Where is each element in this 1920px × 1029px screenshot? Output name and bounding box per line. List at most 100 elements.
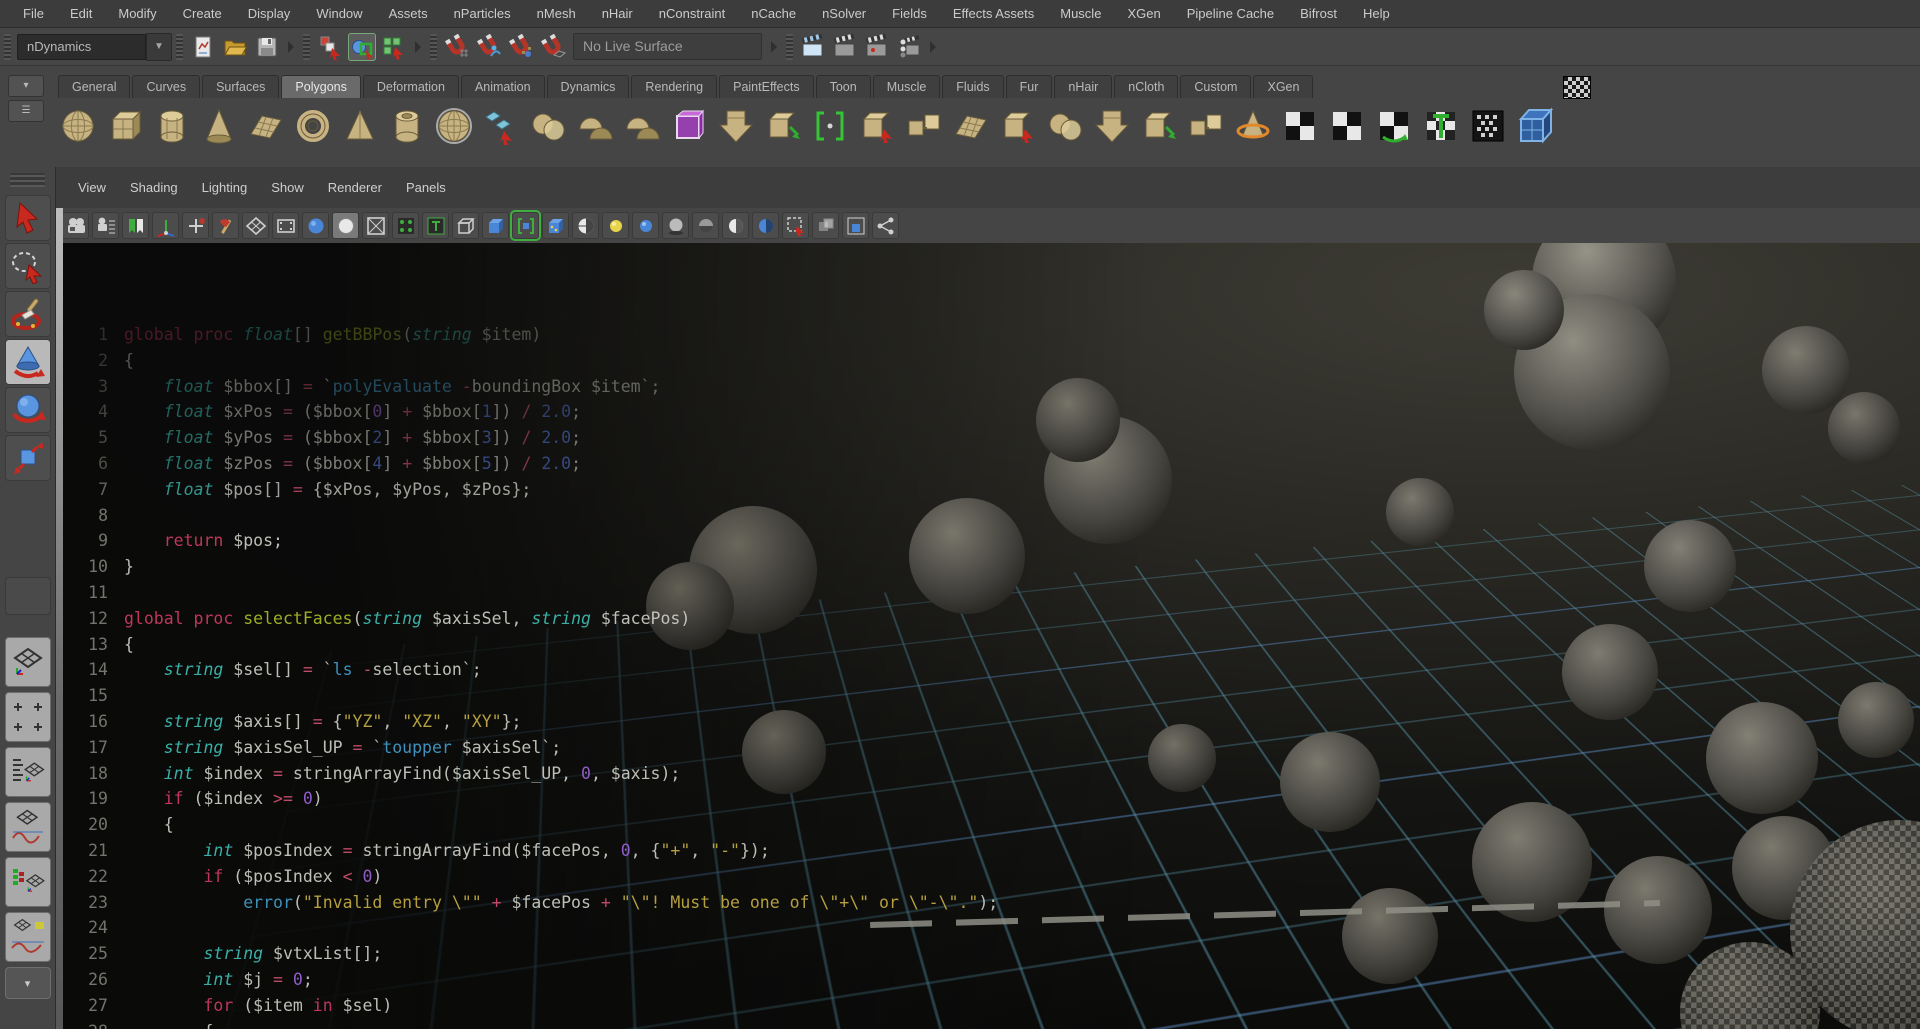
shelf-tab-polygons[interactable]: Polygons	[281, 75, 360, 98]
menu-edit[interactable]: Edit	[57, 6, 105, 21]
xray-cube-icon[interactable]	[812, 212, 839, 239]
shelf-icon-multi-cut[interactable]	[810, 106, 850, 146]
shelf-tab-curves[interactable]: Curves	[132, 75, 200, 98]
xbox-icon[interactable]	[362, 212, 389, 239]
shelf-tab-surfaces[interactable]: Surfaces	[202, 75, 279, 98]
grid-diamond-icon[interactable]	[242, 212, 269, 239]
shelf-icon-display-cube[interactable]	[1515, 106, 1555, 146]
select-tool[interactable]	[5, 195, 51, 241]
menu-xgen[interactable]: XGen	[1114, 6, 1173, 21]
layout-hypershade[interactable]	[5, 857, 51, 907]
shelf-icon-texture-t[interactable]	[1421, 106, 1461, 146]
camera-attrs-icon[interactable]	[92, 212, 119, 239]
render-view-icon[interactable]	[799, 33, 827, 61]
scale-tool[interactable]	[5, 435, 51, 481]
shelf-tab-deformation[interactable]: Deformation	[363, 75, 459, 98]
shelf-icon-poly-cylinder[interactable]	[152, 106, 192, 146]
shelf-icon-poly-pipe[interactable]	[387, 106, 427, 146]
shelf-icon-poly-torus[interactable]	[293, 106, 333, 146]
isolate-select-icon[interactable]	[782, 212, 809, 239]
shelf-tab-dynamics[interactable]: Dynamics	[547, 75, 630, 98]
rotate-tool[interactable]	[5, 387, 51, 433]
shelf-icon-poly-pyramid[interactable]	[340, 106, 380, 146]
viewport[interactable]: 1global proc float[] getBBPos(string $it…	[56, 243, 1920, 1029]
select-component-icon[interactable]	[380, 33, 408, 61]
shelf-tab-animation[interactable]: Animation	[461, 75, 545, 98]
measure-icon[interactable]	[182, 212, 209, 239]
shaded-cube-icon[interactable]	[482, 212, 509, 239]
menu-assets[interactable]: Assets	[376, 6, 441, 21]
shelf-icon-booleans[interactable]	[528, 106, 568, 146]
layout-four-view[interactable]	[5, 692, 51, 742]
bracket-cube-icon[interactable]	[512, 212, 539, 239]
snap-point-icon[interactable]	[507, 33, 535, 61]
chevron-down-icon[interactable]: ▼	[146, 33, 172, 61]
share-icon[interactable]	[872, 212, 899, 239]
sculpt-axe-icon[interactable]	[212, 212, 239, 239]
shelf-icon-delete-edge[interactable]	[857, 106, 897, 146]
shelf-icon-poly-plane[interactable]	[246, 106, 286, 146]
shelf-icon-smooth[interactable]	[763, 106, 803, 146]
toolbar-grip[interactable]	[786, 34, 793, 60]
textured-cube-icon[interactable]	[542, 212, 569, 239]
menu-pipeline-cache[interactable]: Pipeline Cache	[1174, 6, 1287, 21]
shelf-tab-xgen[interactable]: XGen	[1253, 75, 1313, 98]
menu-set-value[interactable]: nDynamics	[17, 34, 146, 60]
collapse-arrow-icon[interactable]	[415, 41, 421, 53]
menu-nparticles[interactable]: nParticles	[441, 6, 524, 21]
shelf-icon-sculpt[interactable]	[1233, 106, 1273, 146]
blue-light-icon[interactable]	[632, 212, 659, 239]
ao-ball-icon[interactable]	[692, 212, 719, 239]
shelf-icon-poke[interactable]	[998, 106, 1038, 146]
select-hierarchy-icon[interactable]	[316, 33, 344, 61]
move-tool[interactable]	[5, 339, 51, 385]
panel-menu-panels[interactable]: Panels	[394, 180, 458, 195]
render-current-icon[interactable]	[831, 33, 859, 61]
menu-bifrost[interactable]: Bifrost	[1287, 6, 1350, 21]
toolbar-grip[interactable]	[303, 34, 310, 60]
shelf-tab-fluids[interactable]: Fluids	[942, 75, 1003, 98]
live-surface-field[interactable]: No Live Surface	[573, 33, 762, 60]
open-scene-icon[interactable]	[221, 33, 249, 61]
shelf-icon-quad-draw[interactable]	[481, 106, 521, 146]
shelf-icon-extract[interactable]	[716, 106, 756, 146]
layout-persp-outliner[interactable]	[5, 747, 51, 797]
menu-nconstraint[interactable]: nConstraint	[646, 6, 738, 21]
shelf-tab-selector-button[interactable]: ▾	[8, 75, 44, 97]
text-hud-icon[interactable]	[422, 212, 449, 239]
shelf-tab-fur[interactable]: Fur	[1006, 75, 1053, 98]
menu-help[interactable]: Help	[1350, 6, 1403, 21]
camera-icon[interactable]	[62, 212, 89, 239]
panel-menu-show[interactable]: Show	[259, 180, 316, 195]
collapse-arrow-icon[interactable]	[771, 41, 777, 53]
new-scene-icon[interactable]	[189, 33, 217, 61]
menu-file[interactable]: File	[10, 6, 57, 21]
snap-grid-icon[interactable]	[443, 33, 471, 61]
shelf-icon-bridge[interactable]	[904, 106, 944, 146]
layout-persp-graph[interactable]	[5, 802, 51, 852]
half-ball-icon[interactable]	[722, 212, 749, 239]
shelf-tab-custom[interactable]: Custom	[1180, 75, 1251, 98]
shelf-icon-checker-b[interactable]	[1327, 106, 1367, 146]
plate-cube-icon[interactable]	[842, 212, 869, 239]
shelf-icon-checker-a[interactable]	[1280, 106, 1320, 146]
half-blue-icon[interactable]	[752, 212, 779, 239]
shelf-icon-poly-cube[interactable]	[105, 106, 145, 146]
shelf-tab-rendering[interactable]: Rendering	[631, 75, 717, 98]
shelf-tab-toon[interactable]: Toon	[816, 75, 871, 98]
menu-set-selector[interactable]: nDynamics ▼	[17, 33, 172, 61]
menu-nhair[interactable]: nHair	[589, 6, 646, 21]
collapse-arrow-icon[interactable]	[930, 41, 936, 53]
shelf-tab-nhair[interactable]: nHair	[1054, 75, 1112, 98]
panel-menu-renderer[interactable]: Renderer	[316, 180, 394, 195]
shadow-ball-icon[interactable]	[662, 212, 689, 239]
menu-create[interactable]: Create	[170, 6, 235, 21]
shelf-tab-muscle[interactable]: Muscle	[873, 75, 941, 98]
shelf-icon-bevel[interactable]	[1186, 106, 1226, 146]
film-gate-icon[interactable]	[272, 212, 299, 239]
make-live-icon[interactable]	[539, 33, 567, 61]
layout-single-persp[interactable]	[5, 637, 51, 687]
menu-display[interactable]: Display	[235, 6, 304, 21]
gate-mask-icon[interactable]	[332, 212, 359, 239]
axis-icon[interactable]	[152, 212, 179, 239]
